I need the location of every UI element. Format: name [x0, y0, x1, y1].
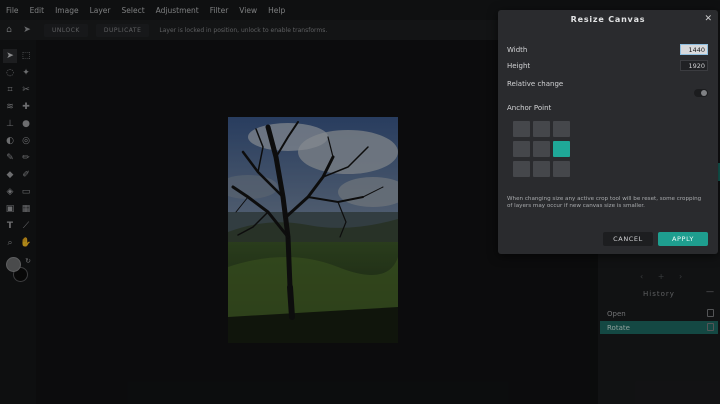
- height-field[interactable]: [680, 60, 708, 71]
- cancel-button[interactable]: CANCEL: [603, 232, 653, 246]
- anchor-bottom-left[interactable]: [513, 161, 530, 177]
- anchor-grid: [513, 121, 573, 179]
- anchor-bottom-center[interactable]: [533, 161, 550, 177]
- toggle-knob: [701, 90, 707, 96]
- anchor-top-right[interactable]: [553, 121, 570, 137]
- relative-change-label: Relative change: [507, 80, 564, 88]
- anchor-middle-right[interactable]: [553, 141, 570, 157]
- anchor-bottom-right[interactable]: [553, 161, 570, 177]
- height-label: Height: [507, 62, 531, 70]
- resize-canvas-dialog: Resize Canvas ✕ Width Height Relative ch…: [498, 10, 718, 254]
- anchor-top-left[interactable]: [513, 121, 530, 137]
- anchor-point-label: Anchor Point: [507, 104, 552, 112]
- apply-button[interactable]: APPLY: [658, 232, 708, 246]
- anchor-middle-left[interactable]: [513, 141, 530, 157]
- width-label: Width: [507, 46, 528, 54]
- dialog-title: Resize Canvas: [570, 15, 646, 24]
- anchor-middle-center[interactable]: [533, 141, 550, 157]
- resize-note: When changing size any active crop tool …: [507, 196, 702, 209]
- anchor-top-center[interactable]: [533, 121, 550, 137]
- close-icon[interactable]: ✕: [704, 14, 712, 24]
- relative-change-toggle[interactable]: [694, 89, 708, 97]
- width-field[interactable]: [680, 44, 708, 55]
